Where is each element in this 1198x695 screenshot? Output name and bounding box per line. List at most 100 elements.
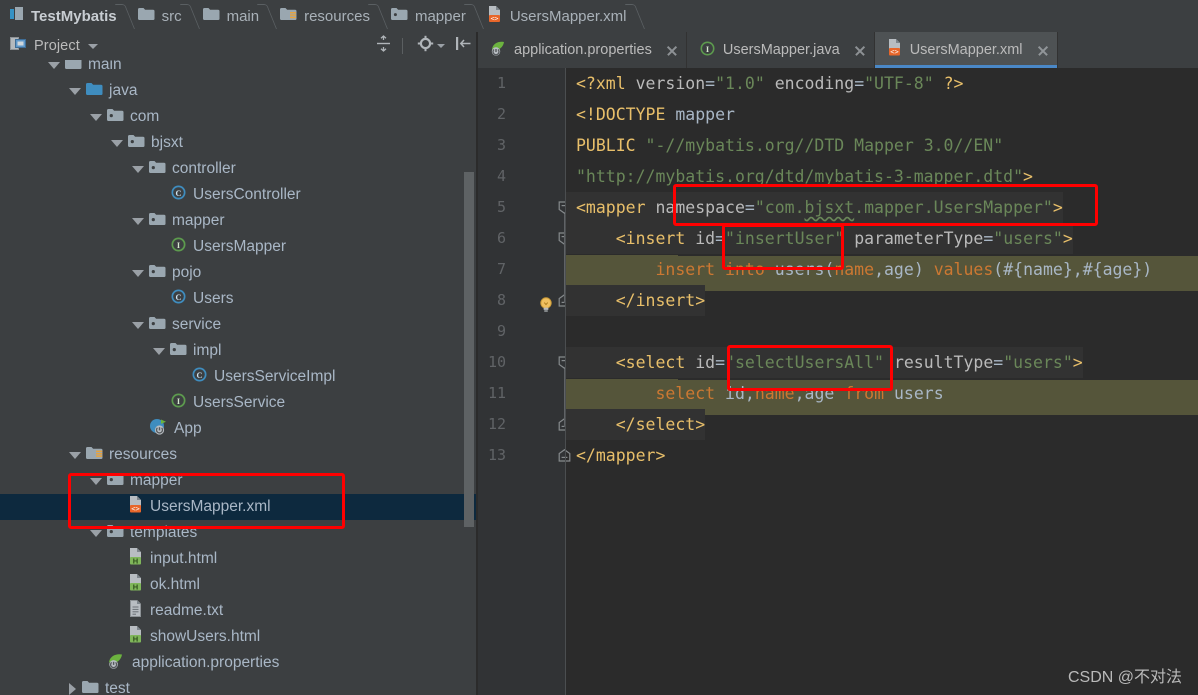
- breadcrumb-item-src[interactable]: src: [132, 0, 184, 32]
- toolbar-divider: [402, 38, 403, 54]
- chevron-down-icon[interactable]: [90, 113, 102, 121]
- project-tree-scrollbar[interactable]: [464, 172, 474, 527]
- chevron-down-icon[interactable]: [132, 217, 144, 225]
- tree-item-showusers-html[interactable]: HshowUsers.html: [0, 624, 478, 650]
- tree-item-java[interactable]: java: [0, 78, 478, 104]
- code-line-1[interactable]: <?xml version="1.0" encoding="UTF-8" ?>: [566, 68, 1198, 99]
- code-line-4[interactable]: "http://mybatis.org/dtd/mybatis-3-mapper…: [566, 161, 1198, 192]
- chevron-down-icon[interactable]: [69, 87, 81, 95]
- breadcrumb-label: mapper: [414, 7, 466, 25]
- chevron-right-icon[interactable]: [69, 683, 76, 695]
- code-line-text: </mapper>: [576, 446, 666, 465]
- tab-usersmapper-java[interactable]: I UsersMapper.java: [687, 32, 875, 68]
- folder-icon: [202, 7, 220, 25]
- chevron-down-icon[interactable]: [132, 321, 144, 329]
- chevron-down-icon[interactable]: [69, 451, 81, 459]
- code-editor[interactable]: 1 2 3 4 5 6 7 8 9 10 11 12 13 <?xml version="1.0" en…: [478, 68, 1198, 695]
- tree-item-label: java: [109, 82, 138, 100]
- breadcrumb-item-file[interactable]: <> UsersMapper.xml: [481, 0, 629, 32]
- code-line-text: "http://mybatis.org/dtd/mybatis-3-mapper…: [576, 167, 1033, 186]
- code-line-5[interactable]: <mapper namespace="com.bjsxt.mapper.User…: [566, 192, 1198, 223]
- tree-item-label: controller: [172, 160, 236, 178]
- tree-item-usersmapper[interactable]: I UsersMapper: [0, 234, 478, 260]
- chevron-down-icon[interactable]: [153, 347, 165, 355]
- tree-item-ok-html[interactable]: Hok.html: [0, 572, 478, 598]
- tree-item-service[interactable]: service: [0, 312, 478, 338]
- chevron-down-icon[interactable]: [90, 477, 102, 485]
- expand-collapse-icon[interactable]: [375, 35, 392, 57]
- spring-properties-icon: [107, 652, 126, 675]
- chevron-down-icon[interactable]: [111, 139, 123, 147]
- gear-icon[interactable]: [417, 35, 434, 57]
- breadcrumb-item-mapper[interactable]: mapper: [385, 0, 468, 32]
- chevron-down-icon[interactable]: [48, 61, 60, 69]
- line-number: 3: [496, 136, 506, 154]
- tree-item-mapper[interactable]: mapper: [0, 208, 478, 234]
- tab-application-properties[interactable]: application.properties: [478, 32, 687, 68]
- hide-panel-icon[interactable]: [455, 35, 472, 57]
- breadcrumb-separator: [372, 0, 385, 32]
- tree-item-label: application.properties: [132, 654, 280, 672]
- chevron-down-icon[interactable]: [132, 165, 144, 173]
- tree-item-bjsxt[interactable]: bjsxt: [0, 130, 478, 156]
- breadcrumb-separator: [629, 0, 642, 32]
- intention-bulb-icon[interactable]: [537, 296, 555, 314]
- tree-item-input-html[interactable]: Hinput.html: [0, 546, 478, 572]
- tab-usersmapper-xml[interactable]: <> UsersMapper.xml: [874, 32, 1058, 68]
- project-panel-title: Project: [34, 38, 80, 54]
- code-line-11[interactable]: select id,name,age from users: [566, 378, 1198, 409]
- interface-icon: I: [170, 236, 187, 258]
- tree-item-main[interactable]: main: [0, 60, 478, 78]
- tree-item-resources[interactable]: resources: [0, 442, 478, 468]
- editor-gutter[interactable]: 1 2 3 4 5 6 7 8 9 10 11 12 13: [478, 68, 571, 695]
- gear-dropdown-chevron-icon[interactable]: [437, 44, 445, 48]
- code-line-3[interactable]: PUBLIC "-//mybatis.org//DTD Mapper 3.0//…: [566, 130, 1198, 161]
- chevron-down-icon[interactable]: [90, 529, 102, 537]
- tree-item-usersserviceimpl[interactable]: C UsersServiceImpl: [0, 364, 478, 390]
- project-tree-content: main java com bjsxt controller C UsersControll…: [0, 60, 478, 695]
- tree-item-label: readme.txt: [150, 602, 224, 620]
- tree-item-users[interactable]: C Users: [0, 286, 478, 312]
- tree-item-usersservice[interactable]: I UsersService: [0, 390, 478, 416]
- package-folder-icon: [149, 264, 166, 283]
- code-line-8[interactable]: </insert>: [566, 285, 1198, 316]
- code-line-12[interactable]: </select>: [566, 409, 1198, 440]
- tree-item-impl[interactable]: impl: [0, 338, 478, 364]
- code-line-6[interactable]: <insert id="insertUser" parameterType="u…: [566, 223, 1198, 254]
- breadcrumb-item-resources[interactable]: resources: [274, 0, 372, 32]
- tree-item-readme-txt[interactable]: readme.txt: [0, 598, 478, 624]
- code-line-13[interactable]: </mapper>: [566, 440, 1198, 471]
- tree-item-label: App: [174, 420, 202, 438]
- code-line-7[interactable]: insert into users(name,age) values(#{nam…: [566, 254, 1198, 285]
- tree-item-controller[interactable]: controller: [0, 156, 478, 182]
- editor-code-area[interactable]: <?xml version="1.0" encoding="UTF-8" ?> <…: [566, 68, 1198, 695]
- tree-item-label: templates: [130, 524, 198, 542]
- tree-item-label: mapper: [172, 212, 225, 230]
- tree-item-application-properties[interactable]: application.properties: [0, 650, 478, 676]
- chevron-down-icon[interactable]: [132, 269, 144, 277]
- chevron-down-icon[interactable]: [87, 43, 98, 49]
- code-line-9[interactable]: [566, 316, 1198, 347]
- tree-item-test[interactable]: test: [0, 676, 478, 695]
- close-icon[interactable]: [665, 44, 678, 57]
- code-line-text: </select>: [566, 409, 706, 440]
- breadcrumb-item-project[interactable]: TestMybatis: [2, 0, 119, 32]
- close-icon[interactable]: [853, 44, 866, 57]
- tree-item-app[interactable]: App: [0, 416, 478, 442]
- close-icon[interactable]: [1036, 44, 1049, 57]
- code-line-10[interactable]: <select id="selectUsersAll" resultType="…: [566, 347, 1198, 378]
- interface-icon: I: [699, 40, 716, 61]
- class-icon: C: [170, 288, 187, 310]
- code-line-2[interactable]: <!DOCTYPE mapper: [566, 99, 1198, 130]
- tree-item-templates[interactable]: templates: [0, 520, 478, 546]
- tree-item-userscontroller[interactable]: C UsersController: [0, 182, 478, 208]
- tree-item-com[interactable]: com: [0, 104, 478, 130]
- package-folder-icon: [170, 342, 187, 361]
- breadcrumb-item-main[interactable]: main: [197, 0, 262, 32]
- line-number: 12: [487, 415, 506, 433]
- tree-item-pojo[interactable]: pojo: [0, 260, 478, 286]
- code-line-text: <select id="selectUsersAll" resultType="…: [566, 347, 1083, 378]
- tree-item-usersmapper-xml[interactable]: <> UsersMapper.xml: [0, 494, 478, 520]
- tree-item-mapper[interactable]: mapper: [0, 468, 478, 494]
- breadcrumb-label: UsersMapper.xml: [509, 7, 627, 25]
